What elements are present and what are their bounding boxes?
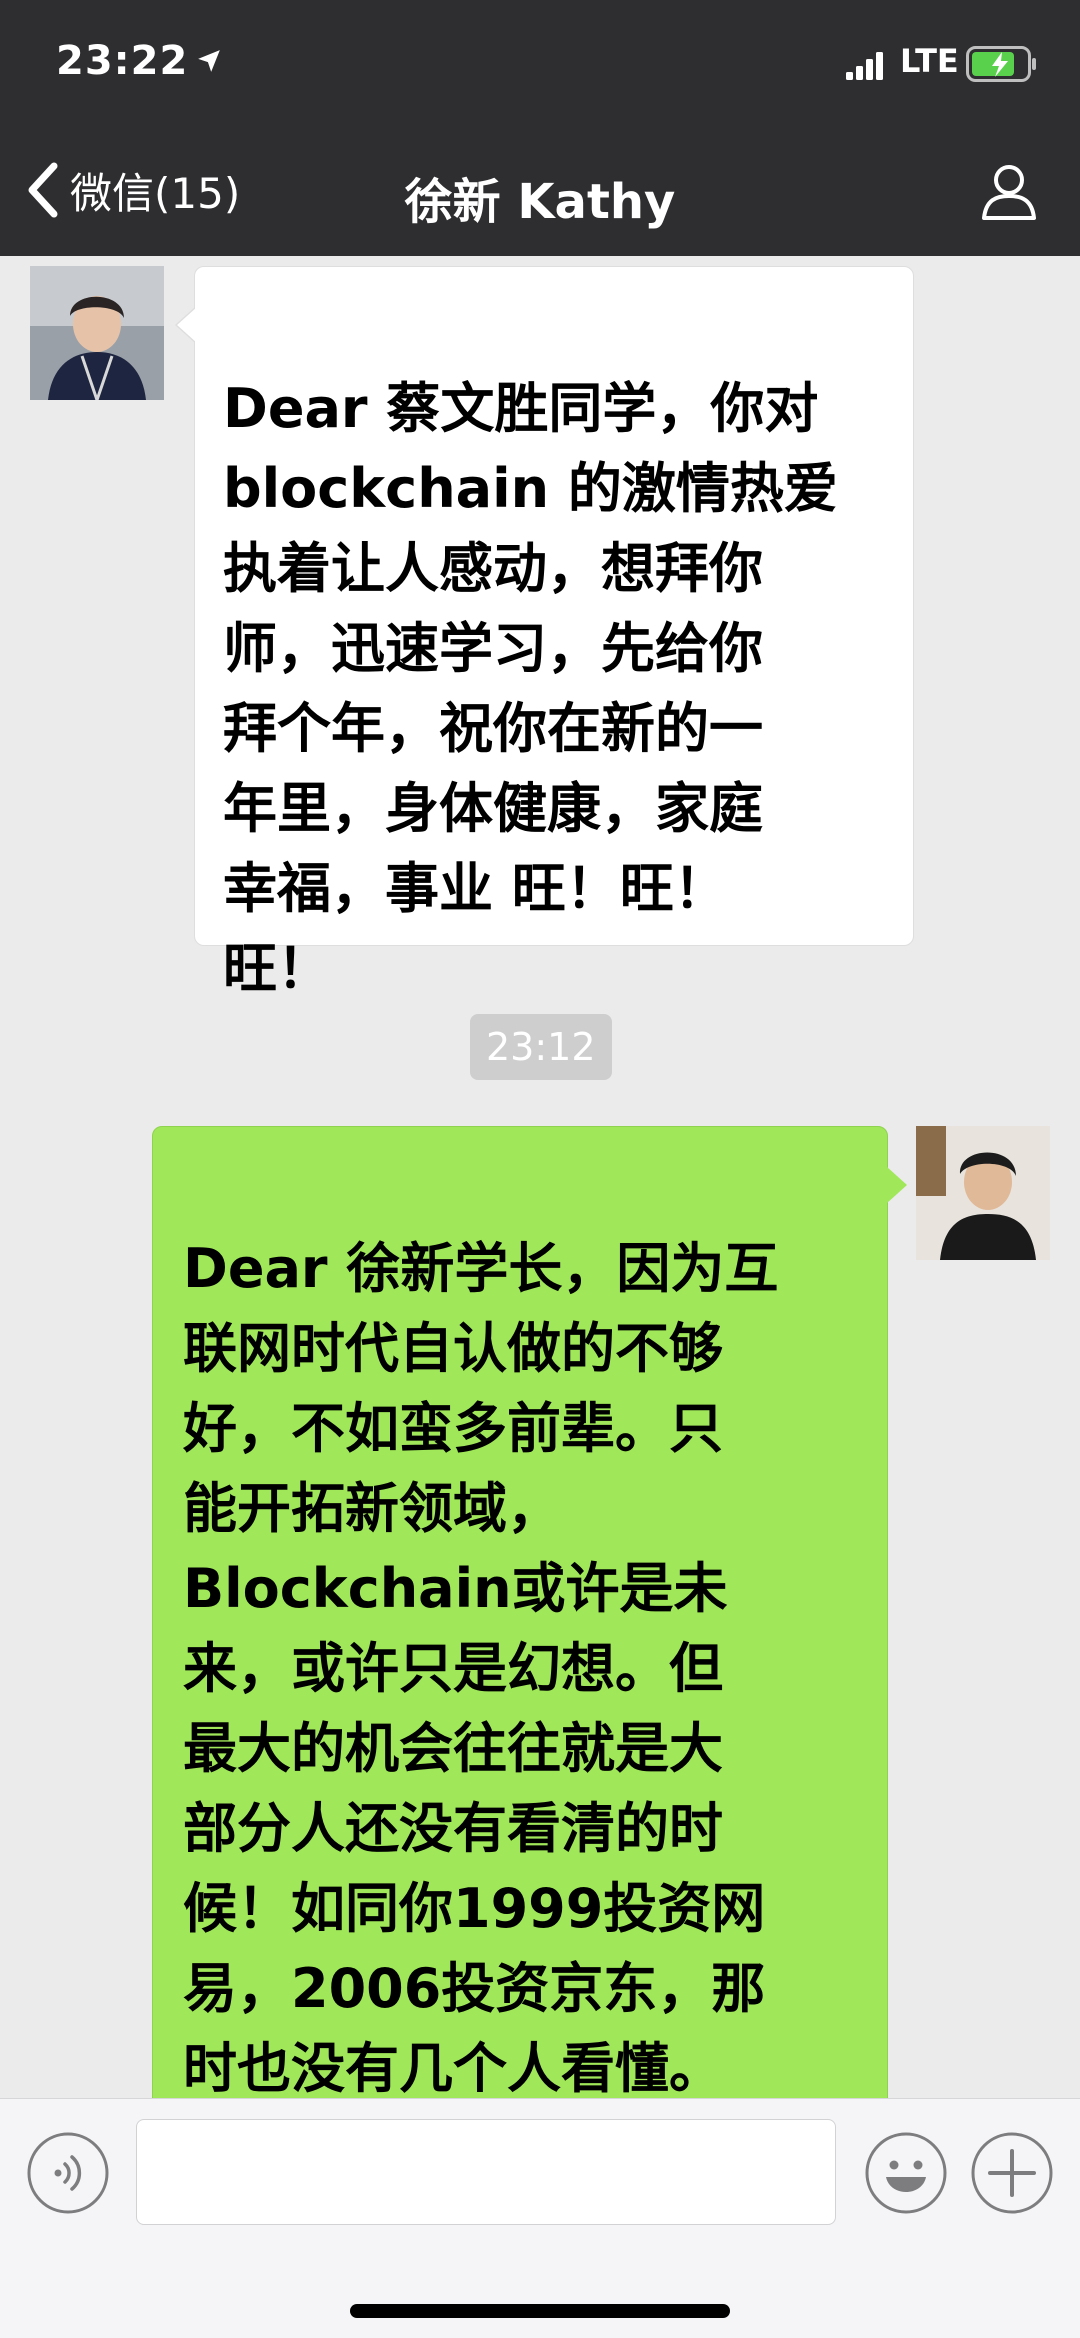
emoji-icon[interactable]	[864, 2131, 948, 2215]
battery-charging-icon	[966, 46, 1036, 82]
status-time: 23:22	[56, 38, 189, 84]
person-icon[interactable]	[978, 160, 1040, 222]
outgoing-message-text: Dear 徐新学长，因为互 联网时代自认做的不够 好，不如蛮多前辈。只 能开拓新…	[183, 1237, 779, 2100]
my-avatar-icon	[916, 1126, 1050, 1260]
voice-icon[interactable]	[26, 2131, 110, 2215]
outgoing-message-bubble[interactable]: Dear 徐新学长，因为互 联网时代自认做的不够 好，不如蛮多前辈。只 能开拓新…	[152, 1126, 907, 2164]
input-bar	[0, 2098, 1080, 2338]
contact-avatar[interactable]	[30, 266, 164, 400]
chat-title: 徐新 Kathy	[404, 174, 676, 230]
network-type: LTE	[900, 42, 959, 80]
message-input[interactable]	[136, 2119, 836, 2225]
incoming-message-bubble[interactable]: Dear 蔡文胜同学，你对 blockchain 的激情热爱 执着让人感动，想拜…	[175, 266, 914, 1000]
signal-icon	[846, 52, 883, 80]
location-arrow-icon	[198, 50, 220, 72]
wechat-chat-screen: 23:22 LTE 微信(15) 徐新 Kathy Dear 蔡文胜同学，你对 …	[0, 0, 1080, 2338]
plus-icon[interactable]	[970, 2131, 1054, 2215]
message-timestamp: 23:12	[470, 1014, 612, 1080]
home-indicator[interactable]	[350, 2304, 730, 2318]
top-bar: 23:22 LTE 微信(15) 徐新 Kathy	[0, 0, 1080, 256]
chat-area[interactable]: Dear 蔡文胜同学，你对 blockchain 的激情热爱 执着让人感动，想拜…	[0, 256, 1080, 2164]
contact-avatar-icon	[30, 266, 164, 400]
my-avatar[interactable]	[916, 1126, 1050, 1260]
incoming-message-text: Dear 蔡文胜同学，你对 blockchain 的激情热爱 执着让人感动，想拜…	[223, 377, 838, 1000]
